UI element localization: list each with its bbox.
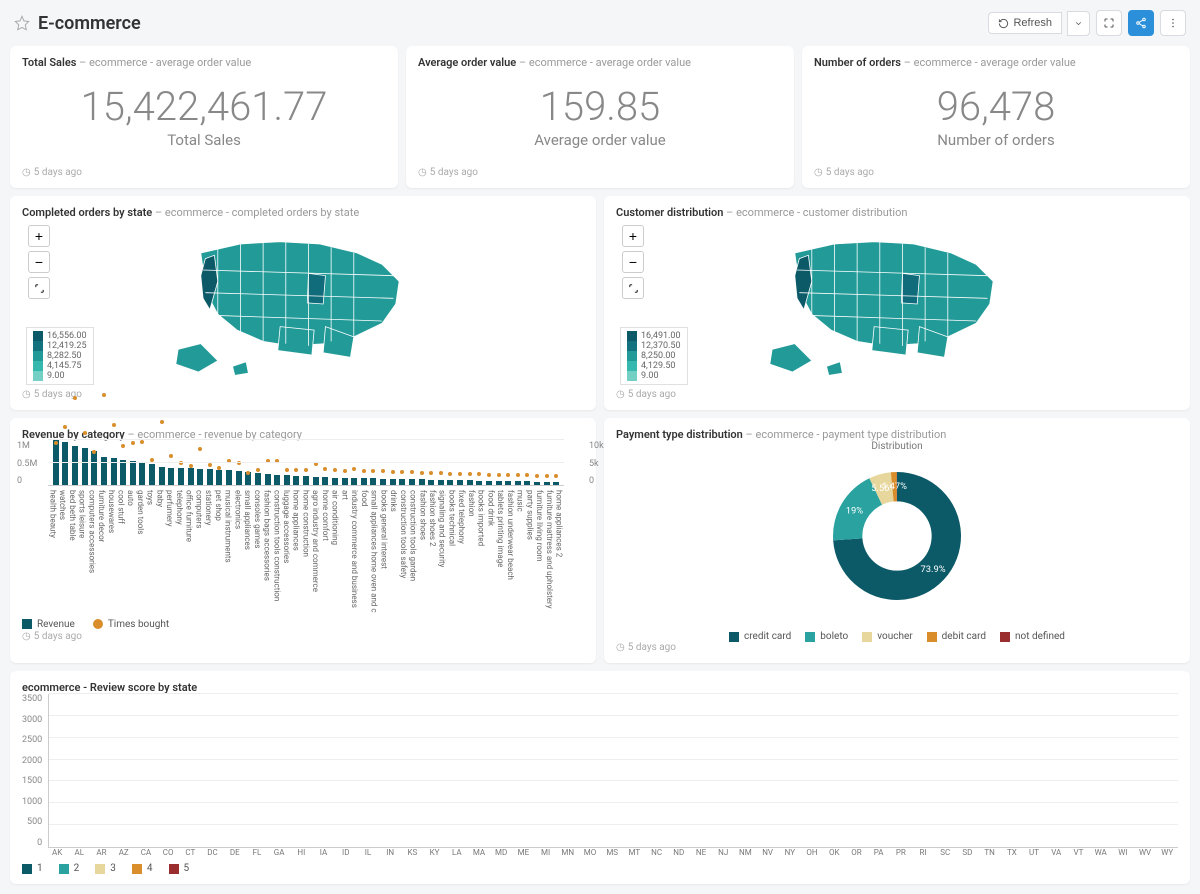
panel-customer-distribution-map: Customer distribution – ecommerce - cust… — [604, 196, 1190, 410]
refresh-button[interactable]: Refresh — [988, 12, 1062, 34]
panel-review-score: ecommerce - Review score by state 350030… — [10, 671, 1190, 884]
map-zoom-in[interactable]: + — [622, 225, 644, 247]
panel-title: Payment type distribution — [616, 428, 743, 441]
chart-legend: credit cardboletovoucherdebit cardnot de… — [616, 631, 1178, 642]
dashboard-title: E-commerce — [38, 13, 141, 34]
panel-title: Number of orders — [814, 56, 901, 69]
svg-text:1.47%: 1.47% — [882, 481, 907, 492]
refresh-icon — [998, 18, 1009, 29]
chart-legend: 12345 — [22, 863, 1178, 874]
map-legend: 16,556.0012,419.258,282.504,145.759.00 — [26, 327, 94, 385]
more-vertical-icon — [1167, 17, 1179, 29]
refresh-interval-caret[interactable] — [1067, 11, 1090, 36]
pie-chart-title: Distribution — [871, 441, 922, 452]
panel-timestamp: ◷ 5 days ago — [22, 631, 584, 642]
panel-timestamp: ◷ 5 days ago — [616, 389, 1178, 400]
chevron-down-icon — [1074, 19, 1083, 28]
panel-payment-type: Payment type distribution – ecommerce - … — [604, 418, 1190, 663]
stat-label: Average order value — [534, 131, 666, 149]
panel-total-sales: Total Sales – ecommerce - average order … — [10, 46, 398, 188]
map-fullscreen[interactable] — [622, 277, 644, 299]
map-zoom-out[interactable]: − — [622, 251, 644, 273]
panel-timestamp: ◷ 5 days ago — [616, 642, 1178, 653]
map-legend: 16,491.0012,370.508,250.004,129.509.00 — [620, 327, 688, 385]
map-fullscreen[interactable] — [28, 277, 50, 299]
panel-subtitle: ecommerce - payment type distribution — [756, 428, 947, 441]
topbar: E-commerce Refresh — [0, 0, 1200, 46]
chart-legend: Revenue Times bought — [22, 619, 584, 630]
stat-value: 15,422,461.77 — [81, 87, 328, 127]
panel-title: Completed orders by state — [22, 206, 152, 219]
svg-text:19%: 19% — [846, 506, 863, 517]
panel-revenue-category: Revenue by category – ecommerce - revenu… — [10, 418, 596, 663]
stat-label: Number of orders — [937, 131, 1055, 149]
us-choropleth-map[interactable] — [672, 219, 1122, 389]
panel-completed-orders-map: Completed orders by state – ecommerce - … — [10, 196, 596, 410]
panel-timestamp: ◷ 5 days ago — [418, 167, 782, 178]
refresh-label: Refresh — [1013, 17, 1052, 29]
share-icon — [1135, 17, 1147, 29]
panel-timestamp: ◷ 5 days ago — [814, 167, 1178, 178]
more-menu-button[interactable] — [1160, 10, 1186, 36]
share-button[interactable] — [1128, 10, 1154, 36]
dashboard-grid: Total Sales – ecommerce - average order … — [0, 46, 1200, 894]
panel-title: Average order value — [418, 56, 516, 69]
panel-title: Customer distribution — [616, 206, 723, 219]
expand-icon — [1103, 17, 1115, 29]
panel-num-orders: Number of orders – ecommerce - average o… — [802, 46, 1190, 188]
stat-value: 96,478 — [937, 87, 1056, 127]
panel-subtitle: ecommerce - customer distribution — [736, 206, 907, 219]
stat-value: 159.85 — [540, 87, 661, 127]
favorite-star-icon[interactable] — [14, 15, 30, 31]
panel-avg-order-value: Average order value – ecommerce - averag… — [406, 46, 794, 188]
payment-donut-chart[interactable]: 73.9%19%5.56%1.47% — [817, 456, 977, 616]
panel-title: Total Sales — [22, 56, 76, 69]
panel-timestamp: ◷ 5 days ago — [22, 389, 584, 400]
stat-label: Total Sales — [167, 131, 241, 149]
svg-text:73.9%: 73.9% — [921, 564, 946, 575]
map-zoom-out[interactable]: − — [28, 251, 50, 273]
panel-subtitle: ecommerce - average order value — [529, 56, 691, 69]
panel-subtitle: ecommerce - completed orders by state — [165, 206, 359, 219]
us-choropleth-map[interactable] — [78, 219, 528, 389]
fullscreen-button[interactable] — [1096, 10, 1122, 36]
map-zoom-in[interactable]: + — [28, 225, 50, 247]
panel-timestamp: ◷ 5 days ago — [22, 167, 386, 178]
review-bar-chart[interactable]: 3500300025002000150010005000 — [22, 694, 1178, 848]
panel-subtitle: ecommerce - average order value — [914, 56, 1076, 69]
revenue-bar-chart[interactable]: 1M0.5M0 10k5k0 health beautywatchesbed b… — [22, 441, 584, 631]
panel-subtitle: ecommerce - average order value — [89, 56, 251, 69]
